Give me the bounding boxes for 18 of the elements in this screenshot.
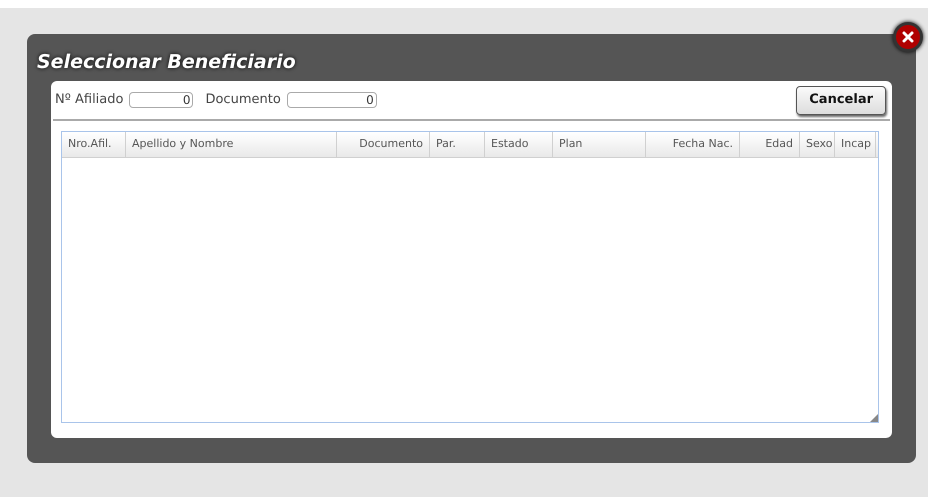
field-label: Nº Afiliado [55, 91, 124, 110]
column-header[interactable]: Incap [835, 132, 876, 157]
column-header[interactable]: Edad [740, 132, 800, 157]
column-header[interactable]: Nro.Afil. [62, 132, 126, 157]
column-header[interactable]: Estado [485, 132, 553, 157]
close-icon[interactable] [893, 22, 923, 52]
input-field[interactable]: 0 [286, 92, 377, 108]
column-header[interactable]: Apellido y Nombre [126, 132, 337, 157]
resize-grip-icon[interactable] [870, 414, 878, 422]
cancel-button[interactable]: Cancelar [796, 86, 886, 114]
column-header[interactable]: Par. [430, 132, 485, 157]
column-header[interactable]: Documento [337, 132, 430, 157]
input-field[interactable]: 0 [129, 92, 194, 108]
field-label: Documento [205, 91, 281, 110]
column-header[interactable]: Fecha Nac. [646, 132, 740, 157]
column-header[interactable]: Plan [553, 132, 646, 157]
column-header[interactable]: Sexo [800, 132, 835, 157]
dialog-title: Seleccionar Beneficiario [37, 50, 297, 75]
